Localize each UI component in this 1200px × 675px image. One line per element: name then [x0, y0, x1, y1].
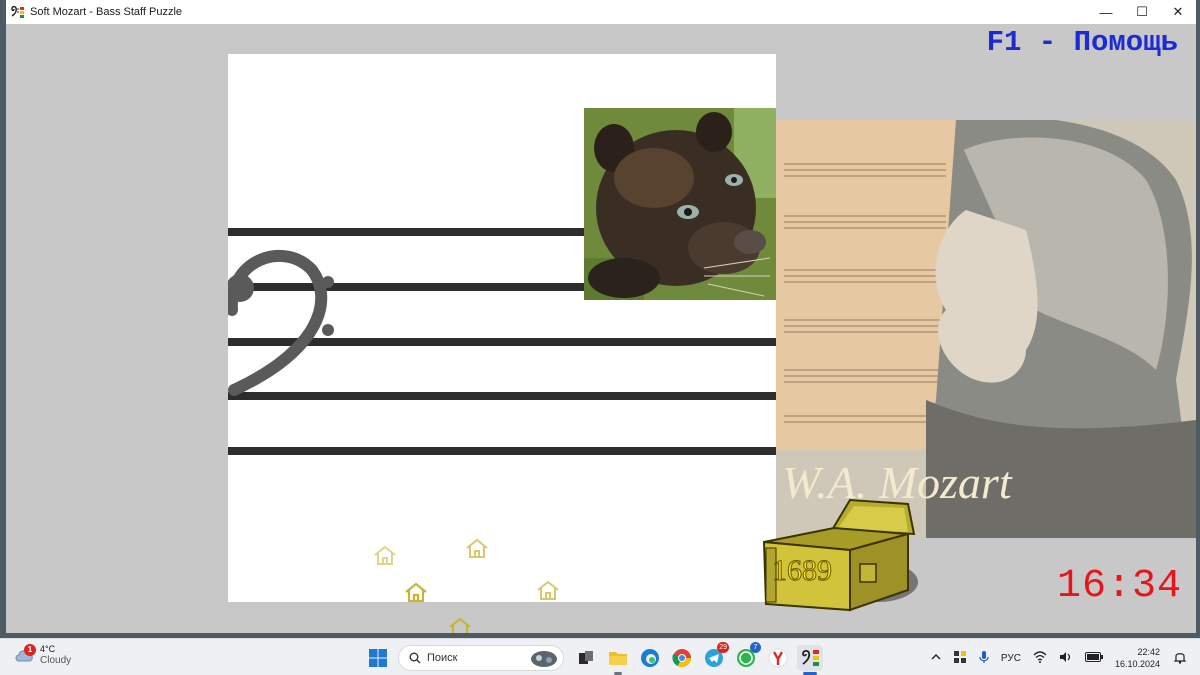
telegram-badge: 29	[717, 642, 729, 653]
taskbar-search[interactable]: Поиск	[398, 645, 564, 671]
tray-date: 16.10.2024	[1114, 659, 1160, 669]
tray-time: 22:42	[1137, 647, 1160, 657]
help-hint: F1 - Помощь	[986, 26, 1178, 59]
tray-app-icon[interactable]	[953, 650, 967, 667]
file-explorer-icon[interactable]	[605, 645, 631, 675]
weather-description: Cloudy	[40, 655, 72, 666]
house-icon[interactable]	[373, 544, 397, 566]
search-label: Поиск	[427, 652, 458, 664]
weather-badge: 1	[24, 644, 36, 656]
window-controls: — ☐ ✕	[1088, 0, 1196, 24]
task-view-icon[interactable]	[573, 645, 599, 671]
battery-icon[interactable]	[1084, 651, 1103, 665]
search-highlight-icon	[531, 651, 557, 667]
edge-icon[interactable]	[637, 645, 663, 671]
soft-mozart-taskbar-icon[interactable]	[797, 645, 823, 675]
close-button[interactable]: ✕	[1160, 0, 1196, 24]
game-area[interactable]: F1 - Помощь W.A. Mozart 16:34 1689	[6, 24, 1196, 633]
microphone-icon[interactable]	[979, 650, 989, 667]
yandex-browser-icon[interactable]	[765, 645, 791, 671]
game-timer: 16:34	[1056, 564, 1182, 609]
bass-clef-icon	[228, 249, 334, 396]
house-icon[interactable]	[536, 579, 560, 601]
maximize-button[interactable]: ☐	[1124, 0, 1160, 24]
whatsapp-badge: 7	[750, 642, 761, 653]
app-icon	[10, 5, 24, 19]
bass-staff-board[interactable]	[228, 54, 776, 602]
weather-temperature: 4°C	[40, 644, 56, 654]
volume-icon[interactable]	[1059, 651, 1073, 666]
system-tray: РУС 22:42 16.10.2024	[925, 643, 1192, 673]
house-icon[interactable]	[465, 537, 489, 559]
cloud-icon: 1	[14, 644, 36, 665]
taskbar-apps: Поиск 29 7	[362, 642, 826, 675]
minimize-button[interactable]: —	[1088, 0, 1124, 24]
start-button[interactable]	[365, 645, 391, 671]
taskbar: 1 4°C Cloudy Поиск 29 7 РУС 22:42 16.10.…	[0, 638, 1200, 675]
score-counter: 1689	[772, 554, 833, 588]
app-window: Soft Mozart - Bass Staff Puzzle — ☐ ✕ F1…	[6, 0, 1196, 633]
treasure-chest: 1689	[758, 494, 928, 614]
telegram-icon[interactable]: 29	[701, 642, 729, 671]
wifi-icon[interactable]	[1033, 650, 1047, 666]
windows-icon	[369, 649, 387, 667]
language-indicator[interactable]: РУС	[1001, 653, 1021, 664]
house-icon[interactable]	[404, 581, 428, 603]
window-title: Soft Mozart - Bass Staff Puzzle	[30, 6, 183, 18]
system-clock[interactable]: 22:42 16.10.2024	[1115, 646, 1160, 670]
house-icon[interactable]	[448, 616, 472, 633]
notification-bell-icon[interactable]	[1173, 650, 1187, 667]
whatsapp-icon[interactable]: 7	[733, 642, 761, 671]
title-bar[interactable]: Soft Mozart - Bass Staff Puzzle — ☐ ✕	[6, 0, 1196, 24]
weather-widget[interactable]: 1 4°C Cloudy	[14, 643, 71, 667]
chrome-icon[interactable]	[669, 645, 695, 671]
mozart-portrait-icon: W.A. Mozart	[776, 120, 1196, 538]
search-icon	[409, 652, 421, 664]
panther-picture-icon[interactable]	[584, 108, 776, 300]
chevron-up-icon[interactable]	[931, 653, 941, 664]
staff-line	[228, 447, 776, 455]
